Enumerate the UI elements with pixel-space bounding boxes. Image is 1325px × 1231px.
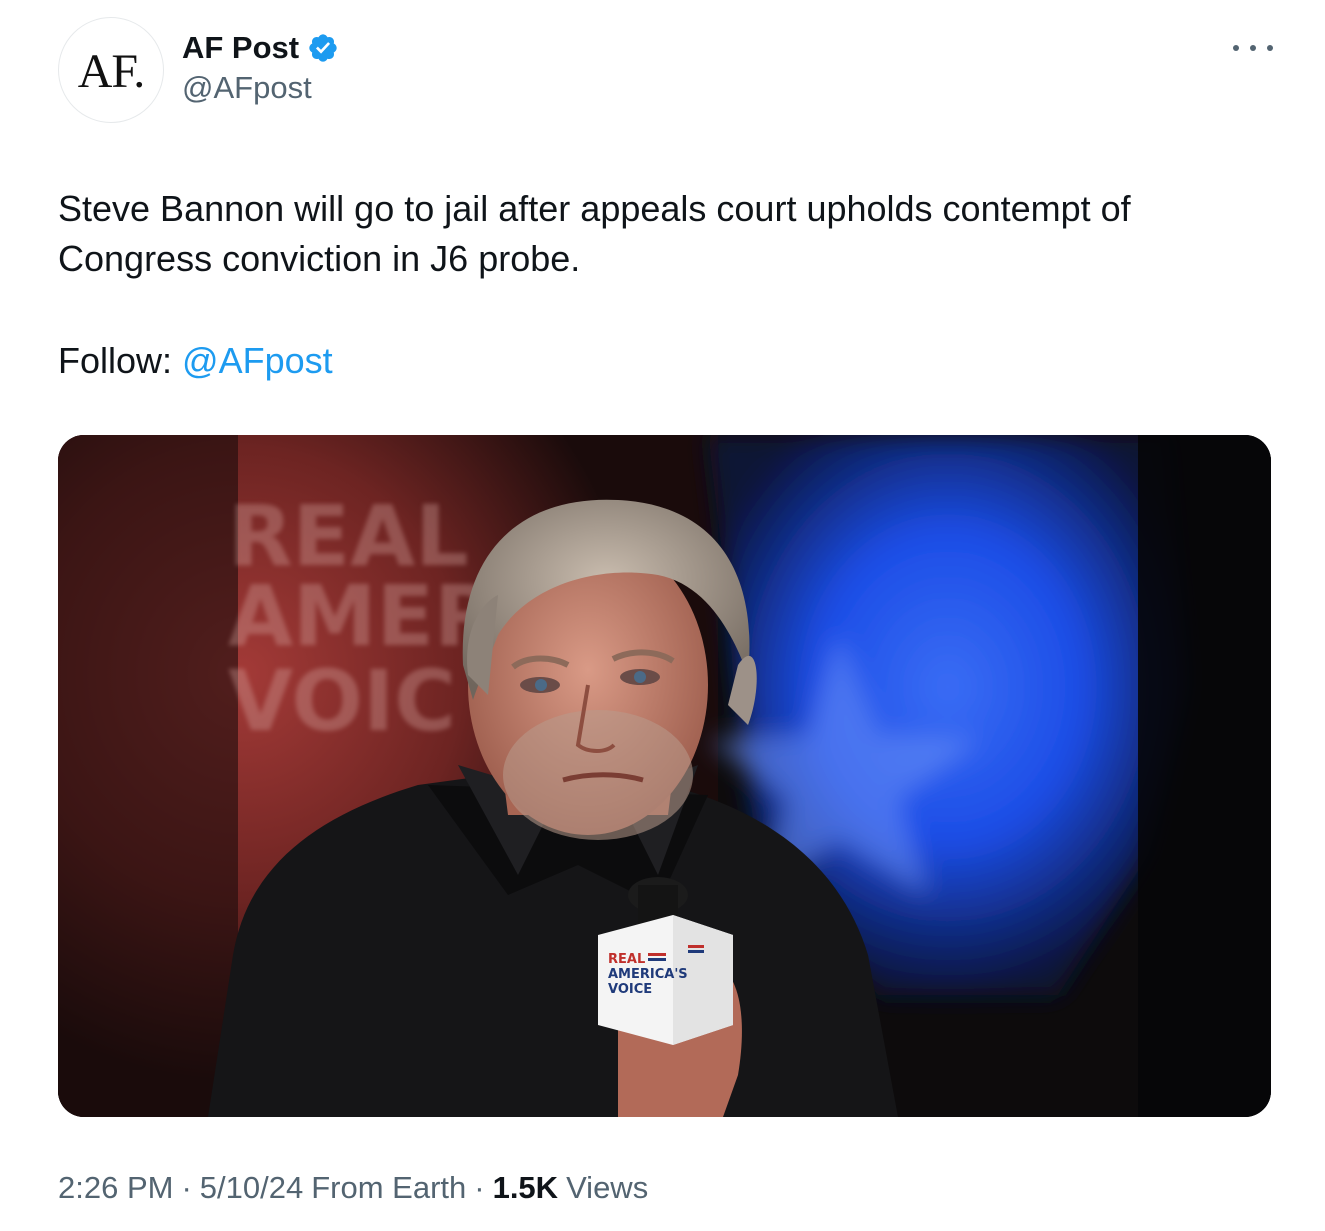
tweet-metadata: 2:26 PM · 5/10/24 From Earth · 1.5K View…: [58, 1170, 648, 1206]
meta-separator: ·: [181, 1170, 192, 1205]
more-dot: [1250, 45, 1256, 51]
avatar[interactable]: AF.: [58, 17, 164, 123]
tweet-photo[interactable]: REAL AMER VOIC REAL AMERICA'S VOICE: [58, 435, 1271, 1117]
follow-line: Follow: @AFpost: [58, 336, 333, 386]
mention-link[interactable]: @AFpost: [182, 340, 333, 381]
author-handle[interactable]: @AFpost: [182, 70, 312, 106]
tweet-time[interactable]: 2:26 PM: [58, 1170, 173, 1206]
views-label: Views: [566, 1170, 649, 1205]
more-dot: [1233, 45, 1239, 51]
more-dot: [1267, 45, 1273, 51]
avatar-logo-text: AF.: [77, 44, 146, 98]
svg-text:AMERICA'S: AMERICA'S: [608, 967, 688, 982]
svg-text:REAL: REAL: [608, 952, 645, 967]
verified-badge-icon[interactable]: [307, 32, 339, 64]
tweet-text: Steve Bannon will go to jail after appea…: [58, 188, 1131, 279]
meta-separator: ·: [474, 1170, 485, 1205]
svg-text:VOIC: VOIC: [228, 652, 456, 750]
tweet-date[interactable]: 5/10/24: [200, 1170, 303, 1206]
photo-illustration: REAL AMER VOIC REAL AMERICA'S VOICE: [58, 435, 1271, 1117]
more-options-icon[interactable]: [1233, 36, 1273, 60]
svg-text:VOICE: VOICE: [608, 982, 652, 997]
follow-label: Follow:: [58, 340, 173, 381]
author-name-row: AF Post: [182, 28, 339, 68]
svg-text:AMER: AMER: [228, 567, 499, 665]
author-display-name[interactable]: AF Post: [182, 30, 299, 66]
views-count[interactable]: 1.5K: [493, 1170, 558, 1206]
tweet-card: AF. AF Post @AFpost Steve Bannon will go…: [0, 0, 1325, 1231]
tweet-source: From Earth: [311, 1170, 467, 1205]
